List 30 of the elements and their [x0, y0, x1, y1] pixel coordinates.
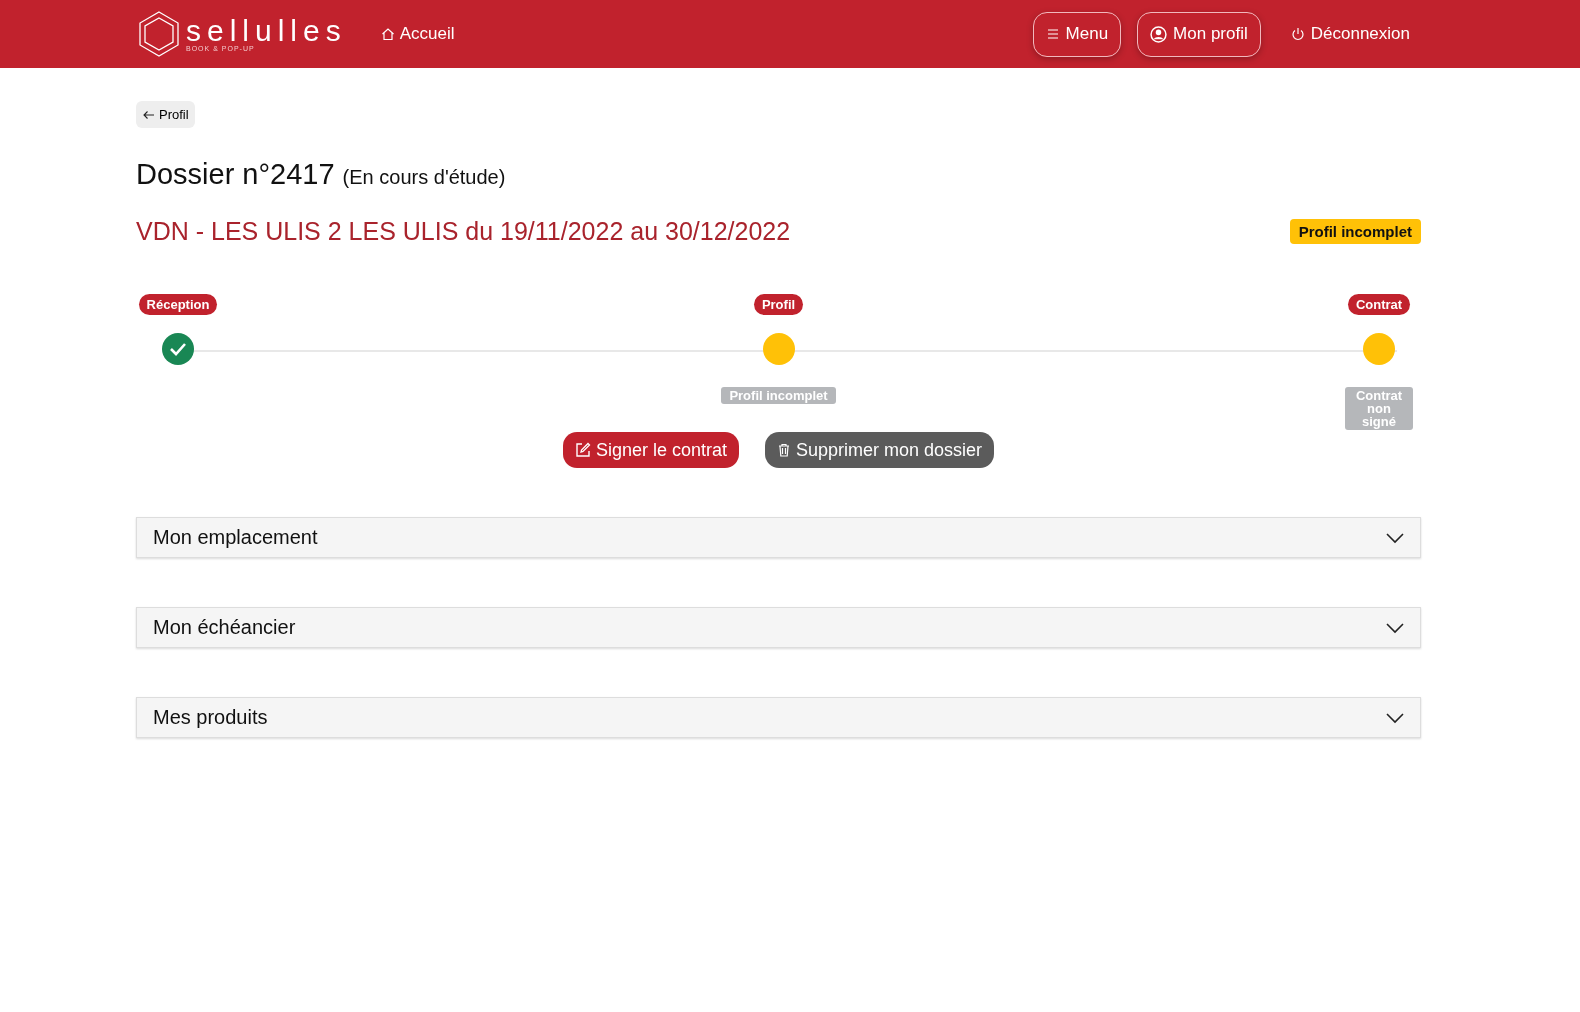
home-icon [380, 27, 395, 41]
step-note: Profil incomplet [721, 387, 836, 404]
trash-icon [777, 443, 791, 457]
menu-icon [1045, 27, 1060, 41]
step-note: Contrat non signé [1345, 387, 1413, 430]
file-title: Dossier n°2417 [136, 158, 335, 191]
hexagon-logo-icon [136, 10, 182, 58]
user-icon [1150, 25, 1168, 43]
accordion-header[interactable]: Mon emplacement [136, 517, 1421, 558]
logout-link[interactable]: Déconnexion [1290, 24, 1410, 44]
logo-name: sellulles [186, 16, 347, 45]
home-link[interactable]: Accueil [380, 24, 455, 44]
step-label: Profil [753, 294, 804, 315]
profile-button[interactable]: Mon profil [1137, 11, 1261, 57]
sign-contract-button[interactable]: Signer le contrat [562, 432, 739, 468]
edit-icon [574, 442, 591, 458]
accordion-header[interactable]: Mes produits [136, 697, 1421, 738]
delete-file-button[interactable]: Supprimer mon dossier [765, 432, 995, 468]
menu-button[interactable]: Menu [1032, 11, 1122, 57]
chevron-down-icon [1386, 711, 1404, 724]
event-title: VDN - LES ULIS 2 LES ULIS du 19/11/2022 au 30/12/2022 [136, 217, 791, 246]
accordion-header[interactable]: Mon échéancier [136, 607, 1421, 648]
power-icon [1290, 27, 1305, 41]
file-status: (En cours d'étude) [342, 166, 506, 189]
step-label: Contrat [1347, 294, 1411, 315]
step-label: Réception [138, 294, 218, 315]
chevron-down-icon [1386, 531, 1404, 544]
status-badge: Profil incomplet [1289, 219, 1421, 244]
chevron-down-icon [1386, 621, 1404, 634]
back-button[interactable]: Profil [136, 101, 195, 128]
